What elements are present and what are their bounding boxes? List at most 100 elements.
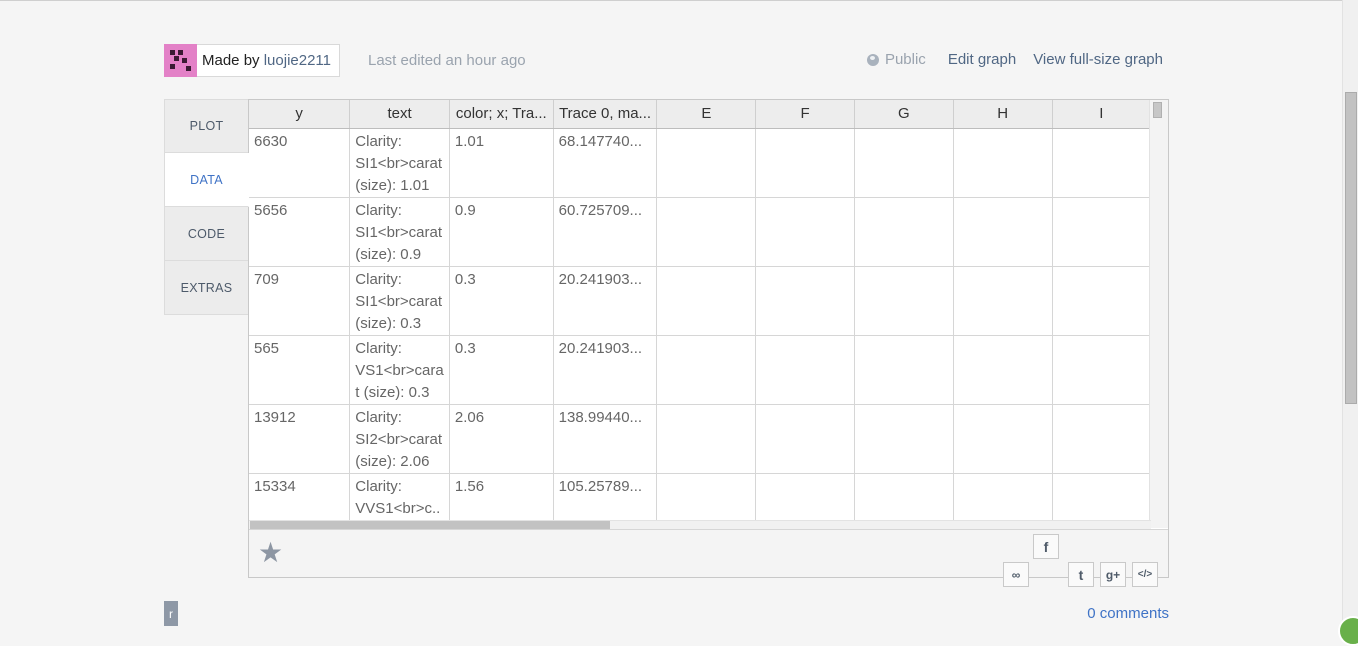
table-cell[interactable]: 1.56 [449, 473, 554, 520]
r-badge[interactable]: r [164, 601, 178, 626]
table-cell[interactable]: 13912 [249, 404, 351, 474]
column-header[interactable]: G [854, 100, 954, 129]
table-cell[interactable] [755, 266, 855, 336]
table-cell[interactable]: 68.147740... [553, 128, 658, 198]
data-table: y text color; x; Tra... Trace 0, ma... E… [249, 100, 1151, 520]
table-cell[interactable]: 60.725709... [553, 197, 658, 267]
table-cell[interactable]: 1.01 [449, 128, 554, 198]
author-badge[interactable]: Made by luojie2211 [164, 44, 340, 77]
view-full-size-link[interactable]: View full-size graph [1033, 51, 1163, 68]
table-cell[interactable]: Clarity: VS1<br>carat (size): 0.3 [349, 335, 450, 405]
link-icon[interactable]: ∞ [1003, 562, 1029, 587]
twitter-icon[interactable]: t [1068, 562, 1094, 587]
table-cell[interactable] [1052, 266, 1151, 336]
scroll-thumb[interactable] [1153, 102, 1162, 118]
grid-vertical-scrollbar[interactable] [1149, 100, 1168, 528]
corner-badge[interactable] [1338, 616, 1358, 646]
column-header[interactable]: y [249, 100, 351, 129]
public-indicator[interactable]: Public [866, 51, 926, 68]
globe-icon [866, 53, 879, 66]
table-row: 6630 Clarity: SI1<br>carat (size): 1.01 1.… [249, 128, 1151, 198]
table-cell[interactable]: 5656 [249, 197, 351, 267]
table-cell[interactable] [1052, 473, 1151, 520]
table-row: 13912 Clarity: SI2<br>carat (size): 2.06 2… [249, 404, 1151, 474]
facebook-icon[interactable]: f [1033, 534, 1059, 559]
table-cell[interactable] [1052, 128, 1151, 198]
column-header[interactable]: F [755, 100, 855, 129]
edit-graph-link[interactable]: Edit graph [948, 51, 1016, 68]
table-cell[interactable] [953, 266, 1053, 336]
table-cell[interactable] [854, 335, 954, 405]
table-cell[interactable] [953, 473, 1053, 520]
column-header[interactable]: Trace 0, ma... [553, 100, 658, 129]
table-cell[interactable] [656, 404, 757, 474]
table-cell[interactable]: Clarity: SI1<br>carat (size): 0.3 [349, 266, 450, 336]
table-cell[interactable]: 0.3 [449, 266, 554, 336]
table-cell[interactable] [755, 197, 855, 267]
cell-text: Clarity: VVS1<br>c... (size): 1.56 [355, 477, 441, 517]
data-grid[interactable]: y text color; x; Tra... Trace 0, ma... E… [249, 100, 1151, 520]
table-cell[interactable] [1052, 404, 1151, 474]
table-cell[interactable]: 138.99440... [553, 404, 658, 474]
table-cell[interactable]: 20.241903... [553, 335, 658, 405]
table-cell[interactable] [755, 473, 855, 520]
column-header[interactable]: I [1052, 100, 1151, 129]
tab-data[interactable]: DATA [164, 153, 249, 207]
table-cell[interactable] [1052, 197, 1151, 267]
table-cell[interactable]: 6630 [249, 128, 351, 198]
table-cell[interactable]: Clarity: SI1<br>carat (size): 1.01 [349, 128, 450, 198]
tab-code[interactable]: CODE [164, 207, 249, 261]
table-cell[interactable] [854, 266, 954, 336]
table-row: 709 Clarity: SI1<br>carat (size): 0.3 0.3 2… [249, 266, 1151, 336]
table-cell[interactable] [755, 128, 855, 198]
table-cell[interactable] [755, 404, 855, 474]
grid-horizontal-scrollbar[interactable] [249, 520, 1151, 529]
column-header[interactable]: text [349, 100, 450, 129]
table-cell[interactable] [656, 128, 757, 198]
table-cell[interactable] [656, 266, 757, 336]
page-scroll-thumb[interactable] [1345, 92, 1357, 404]
table-cell[interactable]: 20.241903... [553, 266, 658, 336]
table-cell[interactable]: 15334 [249, 473, 351, 520]
table-cell[interactable]: Clarity: VVS1<br>c... (size): 1.56 [349, 473, 450, 520]
table-cell[interactable]: 709 [249, 266, 351, 336]
table-cell[interactable]: 0.9 [449, 197, 554, 267]
table-cell[interactable] [953, 404, 1053, 474]
page-scrollbar[interactable] [1342, 0, 1358, 634]
table-cell[interactable] [656, 197, 757, 267]
column-header[interactable]: H [953, 100, 1053, 129]
google-plus-icon[interactable]: g+ [1100, 562, 1126, 587]
table-row: 15334Clarity: VVS1<br>c... (size): 1.561… [249, 473, 1151, 520]
star-icon[interactable]: ★ [258, 539, 283, 567]
cell-text: Clarity: SI1<br>carat (size): 1.01 [355, 132, 443, 194]
table-cell[interactable]: 565 [249, 335, 351, 405]
scroll-thumb[interactable] [250, 521, 610, 529]
table-cell[interactable]: Clarity: SI1<br>carat (size): 0.9 [349, 197, 450, 267]
author-link[interactable]: luojie2211 [264, 52, 331, 69]
made-by-prefix: Made by [202, 52, 260, 69]
table-cell[interactable] [854, 404, 954, 474]
comments-link[interactable]: 0 comments [1087, 605, 1169, 622]
table-cell[interactable]: Clarity: SI2<br>carat (size): 2.06 [349, 404, 450, 474]
table-cell[interactable] [656, 335, 757, 405]
tab-extras[interactable]: EXTRAS [164, 261, 249, 315]
table-cell[interactable] [953, 197, 1053, 267]
table-cell[interactable] [953, 128, 1053, 198]
table-cell[interactable] [656, 473, 757, 520]
cell-text: Clarity: SI2<br>carat (size): 2.06 [355, 408, 443, 470]
table-cell[interactable]: 0.3 [449, 335, 554, 405]
table-cell[interactable] [854, 473, 954, 520]
table-cell[interactable] [854, 128, 954, 198]
table-cell[interactable] [1052, 335, 1151, 405]
column-header[interactable]: color; x; Tra... [449, 100, 554, 129]
table-cell[interactable]: 2.06 [449, 404, 554, 474]
table-row: 5656 Clarity: SI1<br>carat (size): 0.9 0.9… [249, 197, 1151, 267]
table-cell[interactable] [755, 335, 855, 405]
last-edited: Last edited an hour ago [368, 52, 526, 69]
table-cell[interactable] [953, 335, 1053, 405]
column-header[interactable]: E [656, 100, 757, 129]
table-cell[interactable]: 105.25789... [553, 473, 658, 520]
embed-code-icon[interactable]: </> [1132, 562, 1158, 587]
tab-plot[interactable]: PLOT [164, 99, 249, 153]
table-cell[interactable] [854, 197, 954, 267]
